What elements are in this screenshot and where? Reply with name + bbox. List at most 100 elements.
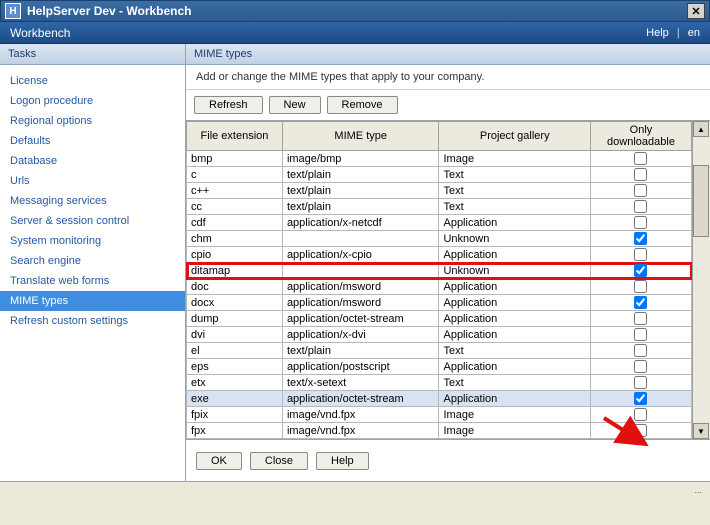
sidebar-item[interactable]: Server & session control <box>0 211 185 231</box>
cell-gallery[interactable]: Application <box>439 295 591 311</box>
downloadable-checkbox[interactable] <box>634 152 647 165</box>
cell-ext[interactable]: dump <box>187 311 283 327</box>
cell-downloadable[interactable] <box>590 231 691 247</box>
table-row[interactable]: gifimage/gifImage <box>187 439 692 440</box>
cell-gallery[interactable]: Application <box>439 359 591 375</box>
table-row[interactable]: fpiximage/vnd.fpxImage <box>187 407 692 423</box>
mime-table[interactable]: File extension MIME type Project gallery… <box>186 121 692 439</box>
downloadable-checkbox[interactable] <box>634 200 647 213</box>
lang-link[interactable]: en <box>688 27 700 39</box>
cell-downloadable[interactable] <box>590 391 691 407</box>
vertical-scrollbar[interactable]: ▲ ▼ <box>692 121 710 439</box>
cell-ext[interactable]: dvi <box>187 327 283 343</box>
cell-downloadable[interactable] <box>590 183 691 199</box>
cell-gallery[interactable]: Image <box>439 423 591 439</box>
cell-gallery[interactable]: Application <box>439 247 591 263</box>
cell-mime[interactable] <box>282 263 439 279</box>
cell-ext[interactable]: c <box>187 167 283 183</box>
sidebar-item[interactable]: Regional options <box>0 111 185 131</box>
cell-ext[interactable]: cdf <box>187 215 283 231</box>
cell-mime[interactable]: text/plain <box>282 343 439 359</box>
cell-ext[interactable]: bmp <box>187 151 283 167</box>
cell-mime[interactable]: image/gif <box>282 439 439 440</box>
cell-ext[interactable]: fpx <box>187 423 283 439</box>
table-row[interactable]: cctext/plainText <box>187 199 692 215</box>
table-row[interactable]: exeapplication/octet-streamApplication <box>187 391 692 407</box>
cell-gallery[interactable]: Text <box>439 167 591 183</box>
cell-downloadable[interactable] <box>590 151 691 167</box>
sidebar-item[interactable]: System monitoring <box>0 231 185 251</box>
cell-mime[interactable]: application/octet-stream <box>282 391 439 407</box>
table-row[interactable]: dviapplication/x-dviApplication <box>187 327 692 343</box>
new-button[interactable]: New <box>269 96 321 114</box>
table-row[interactable]: docapplication/mswordApplication <box>187 279 692 295</box>
cell-gallery[interactable]: Text <box>439 183 591 199</box>
cell-mime[interactable]: application/msword <box>282 279 439 295</box>
cell-ext[interactable]: docx <box>187 295 283 311</box>
cell-gallery[interactable]: Unknown <box>439 263 591 279</box>
cell-mime[interactable]: application/x-netcdf <box>282 215 439 231</box>
downloadable-checkbox[interactable] <box>634 232 647 245</box>
cell-mime[interactable]: application/x-dvi <box>282 327 439 343</box>
cell-downloadable[interactable] <box>590 375 691 391</box>
cell-downloadable[interactable] <box>590 423 691 439</box>
downloadable-checkbox[interactable] <box>634 312 647 325</box>
sidebar-item[interactable]: Search engine <box>0 251 185 271</box>
cell-downloadable[interactable] <box>590 327 691 343</box>
cell-gallery[interactable]: Application <box>439 279 591 295</box>
table-row[interactable]: c++text/plainText <box>187 183 692 199</box>
scroll-down-icon[interactable]: ▼ <box>693 423 709 439</box>
downloadable-checkbox[interactable] <box>634 168 647 181</box>
sidebar-item[interactable]: Database <box>0 151 185 171</box>
downloadable-checkbox[interactable] <box>634 408 647 421</box>
close-button[interactable]: Close <box>250 452 308 470</box>
cell-downloadable[interactable] <box>590 311 691 327</box>
cell-ext[interactable]: cpio <box>187 247 283 263</box>
cell-ext[interactable]: etx <box>187 375 283 391</box>
cell-ext[interactable]: chm <box>187 231 283 247</box>
cell-mime[interactable]: text/plain <box>282 183 439 199</box>
downloadable-checkbox[interactable] <box>634 248 647 261</box>
table-row[interactable]: chmUnknown <box>187 231 692 247</box>
cell-downloadable[interactable] <box>590 439 691 440</box>
downloadable-checkbox[interactable] <box>634 216 647 229</box>
cell-downloadable[interactable] <box>590 407 691 423</box>
sidebar-item[interactable]: Refresh custom settings <box>0 311 185 331</box>
sidebar-item[interactable]: License <box>0 71 185 91</box>
cell-downloadable[interactable] <box>590 263 691 279</box>
cell-gallery[interactable]: Text <box>439 199 591 215</box>
cell-mime[interactable]: text/x-setext <box>282 375 439 391</box>
sidebar-item[interactable]: Messaging services <box>0 191 185 211</box>
scroll-thumb[interactable] <box>693 165 709 237</box>
cell-mime[interactable]: application/octet-stream <box>282 311 439 327</box>
cell-ext[interactable]: eps <box>187 359 283 375</box>
cell-downloadable[interactable] <box>590 343 691 359</box>
cell-ext[interactable]: cc <box>187 199 283 215</box>
cell-ext[interactable]: doc <box>187 279 283 295</box>
cell-downloadable[interactable] <box>590 167 691 183</box>
cell-mime[interactable] <box>282 231 439 247</box>
cell-mime[interactable]: text/plain <box>282 199 439 215</box>
cell-mime[interactable]: application/msword <box>282 295 439 311</box>
cell-ext[interactable]: ditamap <box>187 263 283 279</box>
cell-downloadable[interactable] <box>590 247 691 263</box>
table-row[interactable]: eltext/plainText <box>187 343 692 359</box>
downloadable-checkbox[interactable] <box>634 264 647 277</box>
col-header-gallery[interactable]: Project gallery <box>439 122 591 151</box>
cell-ext[interactable]: el <box>187 343 283 359</box>
cell-ext[interactable]: c++ <box>187 183 283 199</box>
cell-mime[interactable]: application/x-cpio <box>282 247 439 263</box>
cell-ext[interactable]: exe <box>187 391 283 407</box>
table-row[interactable]: ditamap Unknown <box>187 263 692 279</box>
downloadable-checkbox[interactable] <box>634 280 647 293</box>
table-row[interactable]: docxapplication/mswordApplication <box>187 295 692 311</box>
cell-gallery[interactable]: Image <box>439 151 591 167</box>
cell-downloadable[interactable] <box>590 359 691 375</box>
table-row[interactable]: cdfapplication/x-netcdfApplication <box>187 215 692 231</box>
downloadable-checkbox[interactable] <box>634 184 647 197</box>
sidebar-item[interactable]: MIME types <box>0 291 185 311</box>
cell-mime[interactable]: image/bmp <box>282 151 439 167</box>
cell-ext[interactable]: gif <box>187 439 283 440</box>
cell-downloadable[interactable] <box>590 295 691 311</box>
cell-gallery[interactable]: Image <box>439 439 591 440</box>
